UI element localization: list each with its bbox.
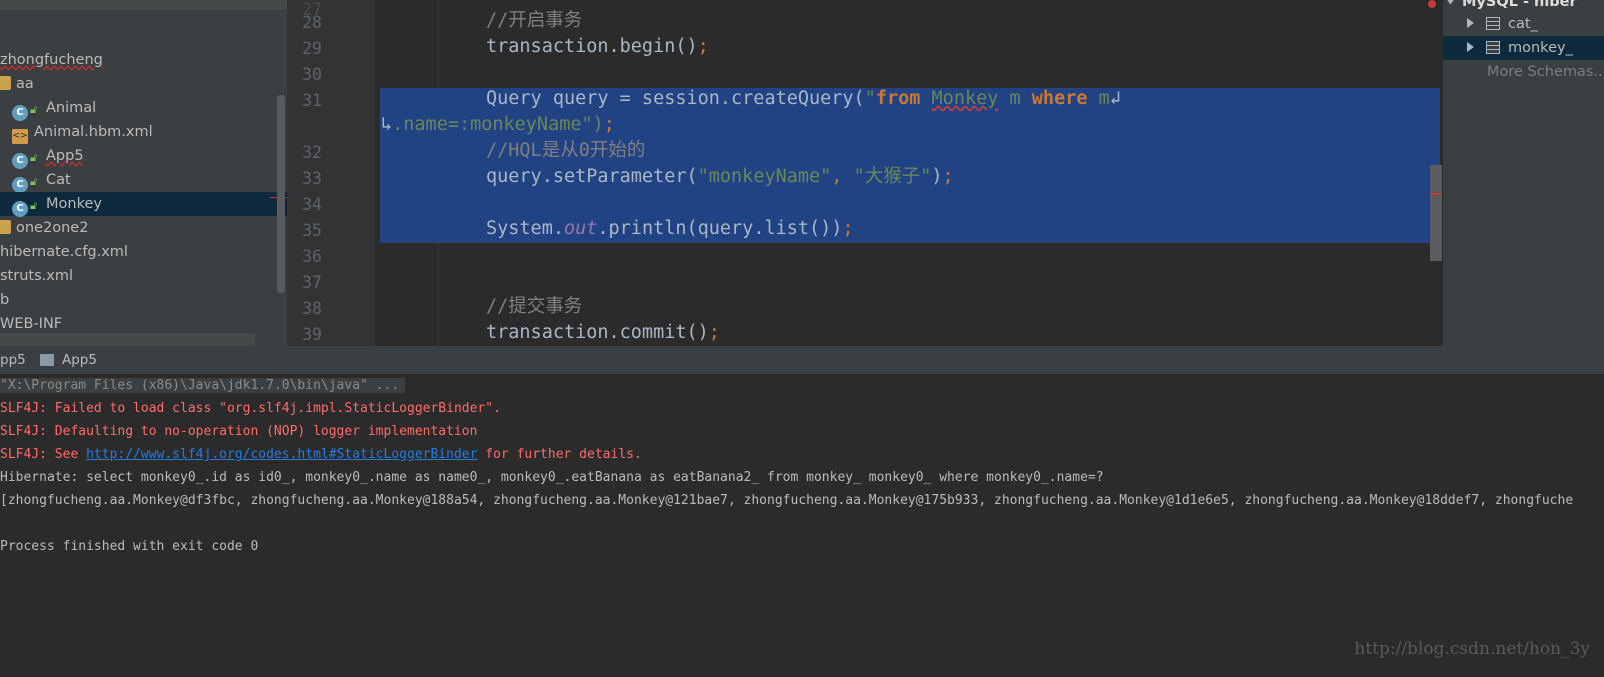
tree-header — [0, 0, 287, 10]
class-icon: C — [12, 177, 28, 193]
tree-item-animal-hbm-xml[interactable]: <> Animal.hbm.xml — [12, 120, 153, 144]
tree-item-monkey[interactable]: C 🔓︎ Monkey — [0, 192, 287, 217]
code-line-38: //提交事务 — [486, 296, 583, 317]
error-stripe-marker[interactable] — [1430, 193, 1442, 195]
tree-item-label: aa — [16, 76, 34, 92]
console-line-error: SLF4J: Defaulting to no-operation (NOP) … — [0, 424, 478, 439]
code-line-31-wrap: ↳.name=:monkeyName"); — [381, 114, 615, 135]
tree-item-label: App5 — [46, 148, 84, 164]
line-number: 29 — [302, 39, 322, 58]
tree-item-label: Cat — [46, 172, 71, 188]
tree-item-label: struts.xml — [0, 268, 73, 284]
tree-item-hibernate-cfg-xml[interactable]: hibernate.cfg.xml — [0, 240, 128, 264]
code-line-29: transaction.begin(); — [486, 36, 709, 57]
tree-item-cat[interactable]: C 🔓︎ Cat — [12, 168, 71, 193]
tree-scrollbar[interactable] — [277, 95, 285, 293]
tree-item-label: one2one2 — [16, 220, 89, 236]
lock-icon: 🔓︎ — [30, 103, 38, 116]
tree-item-one2one2[interactable]: one2one2 — [0, 216, 88, 240]
lock-icon: 🔓︎ — [30, 199, 38, 212]
tree-item-label: hibernate.cfg.xml — [0, 244, 128, 260]
tree-item-b[interactable]: b — [0, 288, 9, 312]
soft-wrap-icon: ↲ — [1109, 88, 1121, 109]
slf4j-link[interactable]: http://www.slf4j.org/codes.html#StaticLo… — [86, 447, 477, 462]
run-config-icon — [40, 354, 54, 366]
expand-arrow-icon[interactable] — [1467, 42, 1474, 52]
lock-icon: 🔓︎ — [30, 175, 38, 188]
folder-icon — [0, 220, 11, 234]
editor-scrollbar[interactable] — [1430, 165, 1442, 261]
watermark: http://blog.csdn.net/hon_3y — [1354, 639, 1590, 659]
console-line-cmd: "X:\Program Files (x86)\Java\jdk1.7.0\bi… — [0, 374, 406, 397]
line-number: 36 — [302, 247, 322, 266]
run-tab-app5[interactable]: App5 — [40, 346, 97, 374]
line-number: 37 — [302, 273, 322, 292]
line-number: 30 — [302, 65, 322, 84]
console-line-list: [zhongfucheng.aa.Monkey@df3fbc, zhongfuc… — [0, 493, 1574, 508]
tree-item-animal[interactable]: C 🔓︎ Animal — [12, 96, 97, 121]
run-tab-app5-prev[interactable]: pp5 — [0, 346, 26, 374]
code-line-39: transaction.commit(); — [486, 322, 720, 343]
console-line-error: SLF4J: Failed to load class "org.slf4j.i… — [0, 401, 501, 416]
tree-item-label: Monkey — [46, 196, 102, 212]
code-line-33: query.setParameter("monkeyName", "大猴子"); — [486, 166, 954, 187]
soft-wrap-continue-icon: ↳ — [381, 114, 393, 135]
tree-item-label: Animal — [46, 100, 97, 116]
folder-icon — [0, 76, 11, 90]
class-icon: C — [12, 105, 28, 121]
tree-item-label: Animal.hbm.xml — [34, 124, 153, 140]
tree-item-struts-xml[interactable]: struts.xml — [0, 264, 73, 288]
tree-hscroll[interactable] — [0, 333, 255, 346]
tree-item-label: WEB-INF — [0, 316, 63, 332]
class-icon: C — [12, 153, 28, 169]
tree-item-app5[interactable]: C 🔓︎ App5 — [12, 144, 84, 169]
console-line-sql: Hibernate: select monkey0_.id as id0_, m… — [0, 470, 1104, 485]
db-table-cat[interactable]: cat_ — [1467, 12, 1538, 36]
lock-icon: 🔓︎ — [30, 151, 38, 164]
line-number: 38 — [302, 299, 322, 318]
error-status-icon[interactable] — [1428, 0, 1436, 8]
more-schemas-link[interactable]: More Schemas... — [1487, 60, 1604, 84]
tree-item-label: b — [0, 292, 10, 308]
tree-item-zhongfucheng[interactable]: zhongfucheng — [0, 48, 103, 72]
line-number: 34 — [302, 195, 322, 214]
expand-arrow-icon[interactable] — [1445, 0, 1456, 5]
console-line-error: SLF4J: See http://www.slf4j.org/codes.ht… — [0, 447, 642, 462]
code-line-32: //HQL是从0开始的 — [486, 140, 646, 161]
db-table-monkey[interactable]: monkey_ — [1443, 36, 1604, 60]
code-line-28: //开启事务 — [486, 10, 583, 31]
tree-item-label: zhongfucheng — [0, 52, 103, 68]
project-tree-panel: zhongfucheng aa C 🔓︎ Animal <> Animal.hbm.x… — [0, 0, 287, 346]
line-number: 28 — [302, 13, 322, 32]
table-icon — [1486, 17, 1500, 30]
class-icon: C — [12, 201, 28, 217]
console-line-exit: Process finished with exit code 0 — [0, 539, 259, 554]
line-number: 32 — [302, 143, 322, 162]
expand-arrow-icon[interactable] — [1467, 18, 1474, 28]
line-number: 35 — [302, 221, 322, 240]
database-panel: MySQL - hiber cat_ monkey_ More Schemas.… — [1443, 0, 1604, 346]
code-line-35: System.out.println(query.list()); — [486, 218, 854, 239]
run-toolbar: pp5 App5 — [0, 346, 1604, 374]
xml-file-icon: <> — [12, 129, 28, 144]
code-line-31: Query query = session.createQuery("from … — [486, 88, 1121, 109]
tree-item-aa[interactable]: aa — [0, 72, 34, 96]
table-icon — [1486, 41, 1500, 54]
line-number: 31 — [302, 91, 322, 110]
line-number: 33 — [302, 169, 322, 188]
line-number: 39 — [302, 325, 322, 344]
